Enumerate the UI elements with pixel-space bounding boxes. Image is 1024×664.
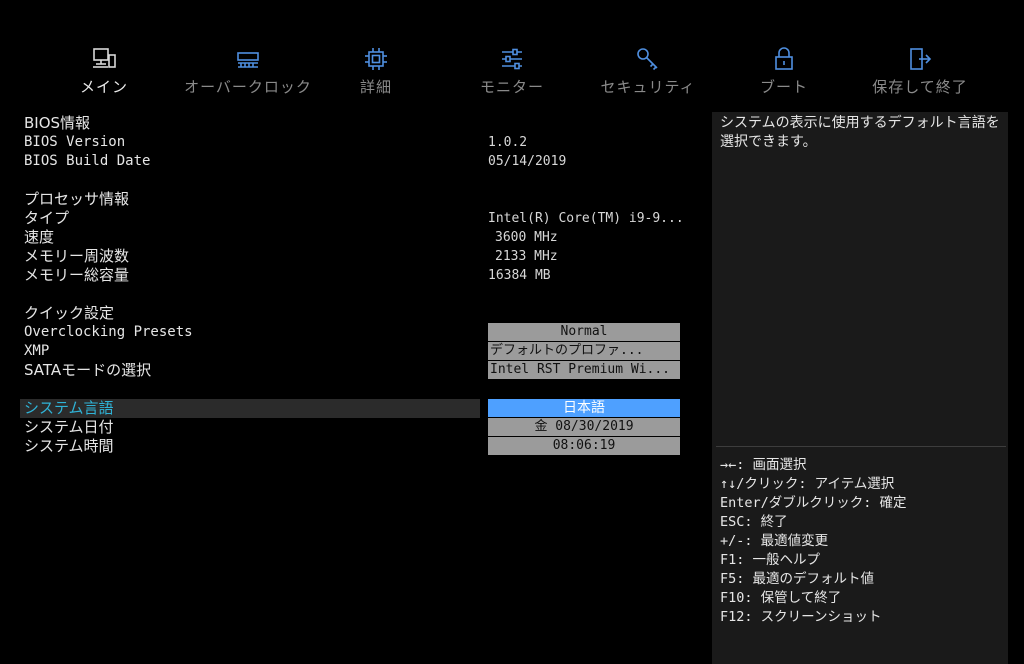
key-legend-item: F1: 一般ヘルプ bbox=[720, 552, 821, 568]
key-legend-item: F12: スクリーンショット bbox=[720, 609, 882, 625]
system-time-row: システム時間 08:06:19 bbox=[20, 437, 690, 456]
quick-settings-header: クイック設定 bbox=[24, 304, 115, 322]
memory-frequency-value: 2133 MHz bbox=[495, 249, 558, 264]
tab-boot-label: ブート bbox=[759, 78, 808, 96]
key-legend-item: F10: 保管して終了 bbox=[720, 590, 842, 606]
cpu-type-label: タイプ bbox=[24, 209, 70, 227]
xmp-label: XMP bbox=[24, 343, 50, 359]
help-panel: システムの表示に使用するデフォルト言語を選択できます。 →←: 画面選択 ↑↓/… bbox=[712, 112, 1008, 664]
processor-info-row: プロセッサ情報 bbox=[20, 190, 690, 209]
tab-overclock-label: オーバークロック bbox=[184, 78, 312, 96]
bios-info-header: BIOS情報 bbox=[24, 114, 91, 132]
memory-total-label: メモリー総容量 bbox=[24, 266, 130, 284]
tab-main-label: メイン bbox=[79, 78, 128, 96]
tab-main[interactable]: メイン bbox=[34, 40, 174, 100]
cpu-speed-row: 速度 3600 MHz bbox=[20, 228, 690, 247]
bios-version-label: BIOS Version bbox=[24, 134, 126, 150]
sata-mode-select[interactable]: Intel RST Premium Wi... bbox=[488, 361, 680, 379]
cpu-type-value: Intel(R) Core(TM) i9-9... bbox=[488, 211, 684, 226]
memory-total-row: メモリー総容量 16384 MB bbox=[20, 266, 690, 285]
key-legend-item: ↑↓/クリック: アイテム選択 bbox=[720, 476, 895, 492]
main-settings-panel: BIOS情報 BIOS Version 1.0.2 BIOS Build Dat… bbox=[0, 112, 700, 664]
system-date-field[interactable]: 金 08/30/2019 bbox=[488, 418, 680, 436]
tab-advanced[interactable]: 詳細 bbox=[306, 40, 446, 100]
overclocking-presets-label: Overclocking Presets bbox=[24, 324, 193, 340]
memory-frequency-label: メモリー周波数 bbox=[24, 247, 130, 265]
key-legend-item: F5: 最適のデフォルト値 bbox=[720, 571, 875, 587]
tab-save-exit-label: 保存して終了 bbox=[872, 78, 968, 96]
key-legend-item: →←: 画面選択 bbox=[720, 457, 807, 473]
tab-monitor-label: モニター bbox=[479, 78, 544, 96]
xmp-select[interactable]: デフォルトのプロファ... bbox=[488, 342, 680, 360]
system-date-row: システム日付 金 08/30/2019 bbox=[20, 418, 690, 437]
system-time-field[interactable]: 08:06:19 bbox=[488, 437, 680, 455]
key-icon bbox=[635, 46, 661, 72]
sata-mode-row: SATAモードの選択 Intel RST Premium Wi... bbox=[20, 361, 690, 380]
tab-advanced-label: 詳細 bbox=[359, 78, 392, 96]
tab-save-exit[interactable]: 保存して終了 bbox=[850, 40, 990, 100]
overclocking-presets-select[interactable]: Normal bbox=[488, 323, 680, 341]
key-legend-item: Enter/ダブルクリック: 確定 bbox=[720, 495, 907, 511]
bios-info-row: BIOS情報 bbox=[20, 114, 690, 133]
tab-monitor[interactable]: モニター bbox=[442, 40, 582, 100]
memory-frequency-row: メモリー周波数 2133 MHz bbox=[20, 247, 690, 266]
tab-security-label: セキュリティ bbox=[600, 78, 696, 96]
tab-overclock[interactable]: オーバークロック bbox=[178, 40, 318, 100]
bios-build-date-row: BIOS Build Date 05/14/2019 bbox=[20, 152, 690, 171]
bios-build-date-label: BIOS Build Date bbox=[24, 153, 151, 169]
computer-icon bbox=[91, 46, 117, 72]
memory-total-value: 16384 MB bbox=[488, 268, 551, 283]
memory-module-icon bbox=[235, 46, 261, 72]
sata-mode-label: SATAモードの選択 bbox=[24, 361, 152, 379]
system-date-label: システム日付 bbox=[24, 418, 114, 436]
tab-security[interactable]: セキュリティ bbox=[578, 40, 718, 100]
bios-build-date-value: 05/14/2019 bbox=[488, 154, 567, 169]
top-navigation: メイン オーバークロック 詳細 モニター セキュリティ ブート 保存して終了 bbox=[0, 40, 1024, 100]
help-divider bbox=[716, 446, 1006, 447]
help-description: システムの表示に使用するデフォルト言語を選択できます。 bbox=[720, 115, 1000, 150]
cpu-chip-icon bbox=[363, 46, 389, 72]
key-legend-item: +/-: 最適値変更 bbox=[720, 533, 829, 549]
processor-info-header: プロセッサ情報 bbox=[24, 190, 130, 208]
key-legend-item: ESC: 終了 bbox=[720, 514, 788, 530]
sliders-icon bbox=[499, 46, 525, 72]
cpu-speed-value: 3600 MHz bbox=[495, 230, 558, 245]
bios-version-value: 1.0.2 bbox=[488, 135, 528, 150]
lock-icon bbox=[771, 46, 797, 72]
key-legend: →←: 画面選択 ↑↓/クリック: アイテム選択 Enter/ダブルクリック: … bbox=[720, 456, 1010, 627]
overclocking-presets-row: Overclocking Presets Normal bbox=[20, 323, 690, 342]
bios-version-row: BIOS Version 1.0.2 bbox=[20, 133, 690, 152]
system-language-select[interactable]: 日本語 bbox=[488, 399, 680, 417]
system-time-label: システム時間 bbox=[24, 437, 114, 455]
system-language-row[interactable]: システム言語 bbox=[20, 399, 480, 418]
xmp-row: XMP デフォルトのプロファ... bbox=[20, 342, 690, 361]
cpu-type-row: タイプ Intel(R) Core(TM) i9-9... bbox=[20, 209, 690, 228]
exit-door-icon bbox=[907, 46, 933, 72]
quick-settings-row: クイック設定 bbox=[20, 304, 690, 323]
tab-boot[interactable]: ブート bbox=[714, 40, 854, 100]
cpu-speed-label: 速度 bbox=[24, 228, 55, 246]
system-language-label: システム言語 bbox=[24, 399, 114, 417]
